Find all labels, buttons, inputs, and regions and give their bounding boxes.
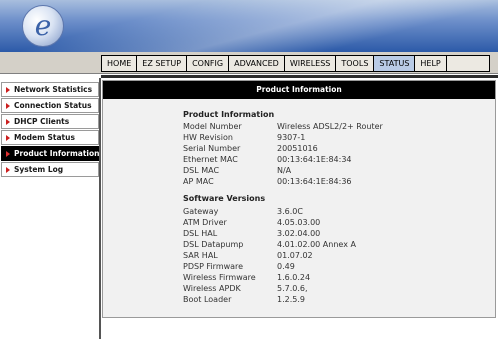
tab-advanced[interactable]: ADVANCED: [228, 55, 285, 72]
arrow-right-icon: [6, 86, 10, 93]
sidebar-item-label: Connection Status: [14, 101, 92, 110]
info-label: Boot Loader: [183, 295, 232, 304]
info-value: 20051016: [277, 144, 318, 153]
tab-home[interactable]: HOME: [101, 55, 138, 72]
arrow-right-icon: [6, 102, 10, 109]
info-value: 4.05.03.00: [277, 218, 321, 227]
panel-title: Product Information: [103, 81, 495, 99]
info-label: DSL HAL: [183, 229, 218, 238]
sidebar-item-label: System Log: [14, 165, 64, 174]
info-label: PDSP Firmware: [183, 262, 244, 271]
info-value: 4.01.02.00 Annex A: [277, 240, 356, 249]
tab-tools[interactable]: TOOLS: [335, 55, 375, 72]
sidebar-divider: [99, 78, 101, 339]
info-label: Serial Number: [183, 144, 241, 153]
tab-spacer: [445, 55, 490, 72]
info-label: DSL Datapump: [183, 240, 244, 249]
info-label: Wireless APDK: [183, 284, 241, 293]
tab-help[interactable]: HELP: [414, 55, 447, 72]
info-value: 3.6.0C: [277, 207, 303, 216]
sidebar-item-network-statistics[interactable]: Network Statistics: [1, 82, 99, 97]
info-value: 01.07.02: [277, 251, 313, 260]
sidebar-item-label: DHCP Clients: [14, 117, 70, 126]
info-value: 00:13:64:1E:84:36: [277, 177, 352, 186]
tab-status[interactable]: STATUS: [373, 55, 416, 72]
info-value: 9307-1: [277, 133, 306, 142]
info-label: Gateway: [183, 207, 219, 216]
info-value: 1.2.5.9: [277, 295, 305, 304]
tab-config[interactable]: CONFIG: [186, 55, 230, 72]
product-info-panel: Product Information Product Information …: [102, 80, 496, 318]
sidebar-item-label: Network Statistics: [14, 85, 93, 94]
info-label: DSL MAC: [183, 166, 220, 175]
info-value: 00:13:64:1E:84:34: [277, 155, 352, 164]
sidebar-item-dhcp-clients[interactable]: DHCP Clients: [1, 114, 99, 129]
info-value: 0.49: [277, 262, 295, 271]
info-value: 1.6.0.24: [277, 273, 311, 282]
info-label: Model Number: [183, 122, 242, 131]
info-label: HW Revision: [183, 133, 233, 142]
tab-wireless[interactable]: WIRELESS: [283, 55, 337, 72]
sidebar-item-modem-status[interactable]: Modem Status: [1, 130, 99, 145]
info-label: ATM Driver: [183, 218, 227, 227]
info-label: Ethernet MAC: [183, 155, 238, 164]
info-value: 3.02.04.00: [277, 229, 321, 238]
section-heading-software: Software Versions: [183, 194, 266, 203]
arrow-right-icon: [6, 134, 10, 141]
brand-logo: e: [22, 5, 64, 47]
section-heading-product: Product Information: [183, 110, 275, 119]
info-label: SAR HAL: [183, 251, 218, 260]
banner-streak: [0, 0, 498, 52]
logo-letter: e: [34, 9, 52, 42]
sidebar-item-label: Product Information: [14, 149, 100, 158]
tab-ez-setup[interactable]: EZ SETUP: [136, 55, 188, 72]
sidebar-item-connection-status[interactable]: Connection Status: [1, 98, 99, 113]
sidebar: Network Statistics Connection Status DHC…: [1, 82, 99, 178]
arrow-right-icon: [6, 118, 10, 125]
arrow-right-icon: [6, 150, 10, 157]
arrow-right-icon: [6, 166, 10, 173]
info-label: Wireless Firmware: [183, 273, 256, 282]
nav-divider: [101, 75, 498, 78]
sidebar-item-system-log[interactable]: System Log: [1, 162, 99, 177]
main-nav: HOME EZ SETUP CONFIG ADVANCED WIRELESS T…: [101, 55, 490, 72]
info-value: 5.7.0.6,: [277, 284, 308, 293]
sidebar-item-label: Modem Status: [14, 133, 75, 142]
info-label: AP MAC: [183, 177, 214, 186]
header-banner: e: [0, 0, 498, 52]
info-value: Wireless ADSL2/2+ Router: [277, 122, 383, 131]
sidebar-item-product-information[interactable]: Product Information: [1, 146, 99, 161]
info-value: N/A: [277, 166, 292, 175]
